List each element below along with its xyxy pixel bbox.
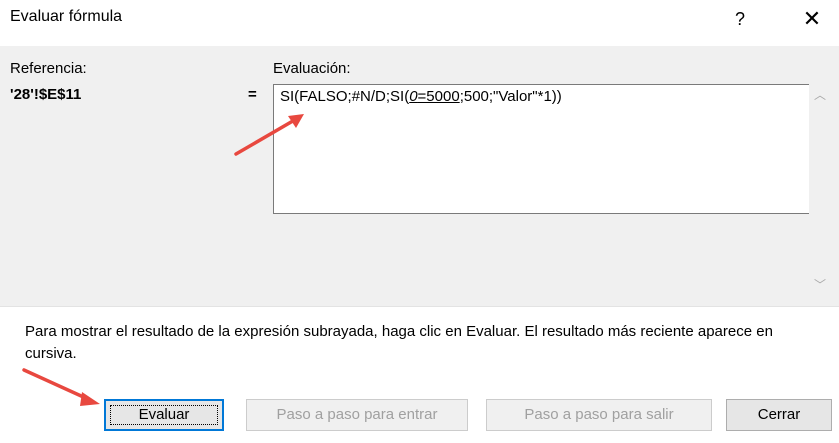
step-out-button[interactable]: Paso a paso para salir <box>486 399 712 431</box>
evaluation-formula-box[interactable]: SI(FALSO;#N/D;SI(0=5000;500;"Valor"*1)) <box>273 84 820 214</box>
help-button[interactable]: ? <box>724 4 756 34</box>
formula-prefix: SI(FALSO;#N/D;SI( <box>280 88 410 105</box>
evaluation-panel: Referencia: '28'!$E$11 = Evaluación: SI(… <box>0 46 839 306</box>
evaluate-formula-dialog: Evaluar fórmula ? ✕ Referencia: '28'!$E$… <box>0 0 839 443</box>
equals-sign: = <box>248 86 257 103</box>
formula-underlined-expression: 0=5000 <box>409 88 459 105</box>
scroll-up-icon[interactable]: ︿ <box>809 86 831 104</box>
scroll-down-icon[interactable]: ﹀ <box>809 276 831 294</box>
vertical-scrollbar[interactable]: ︿ ﹀ <box>809 84 831 296</box>
close-button[interactable]: Cerrar <box>726 399 832 431</box>
formula-underlined-rest: =5000 <box>417 88 460 105</box>
formula-suffix: ;500;"Valor"*1)) <box>459 88 562 105</box>
focus-rectangle <box>110 405 218 425</box>
evaluation-label: Evaluación: <box>273 60 351 77</box>
title-bar: Evaluar fórmula ? ✕ <box>0 0 839 40</box>
step-in-button[interactable]: Paso a paso para entrar <box>246 399 468 431</box>
formula-italic-result: 0 <box>409 88 418 105</box>
dialog-title: Evaluar fórmula <box>10 8 123 25</box>
action-panel: Para mostrar el resultado de la expresió… <box>0 306 839 443</box>
reference-label: Referencia: <box>10 60 87 77</box>
help-description: Para mostrar el resultado de la expresió… <box>25 323 773 362</box>
close-window-button[interactable]: ✕ <box>796 4 828 34</box>
evaluate-button[interactable]: Evaluar <box>104 399 224 431</box>
reference-value: '28'!$E$11 <box>10 86 82 103</box>
